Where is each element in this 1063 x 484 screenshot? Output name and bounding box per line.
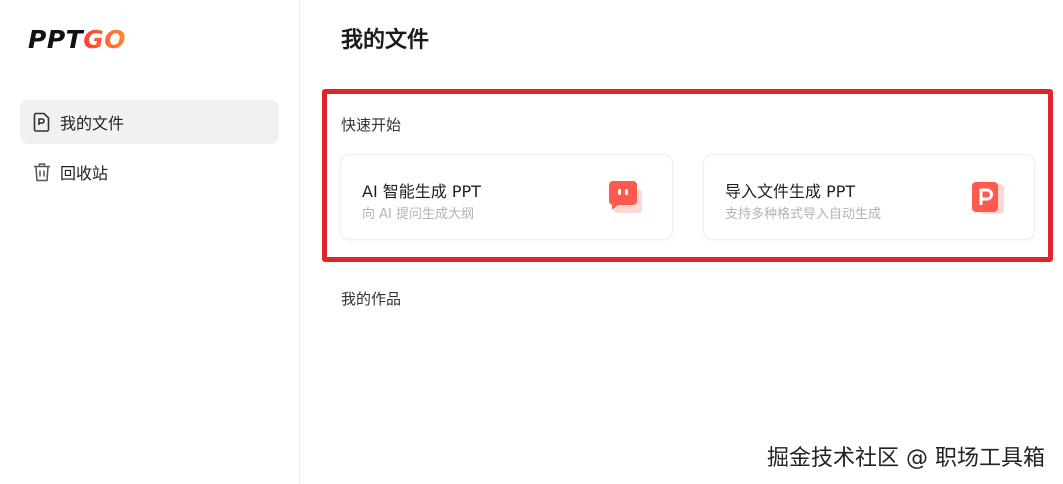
ppt-file-icon — [968, 179, 1006, 217]
sidebar-item-recycle-bin[interactable]: 回收站 — [20, 150, 279, 194]
import-file-ppt-card[interactable]: 导入文件生成 PPT 支持多种格式导入自动生成 — [703, 154, 1035, 240]
sidebar-item-my-files[interactable]: 我的文件 — [20, 100, 279, 144]
page-title: 我的文件 — [341, 28, 430, 53]
my-works-title: 我的作品 — [341, 290, 402, 308]
card-subtitle: 支持多种格式导入自动生成 — [725, 207, 882, 222]
trash-icon — [32, 162, 52, 182]
sidebar-item-label: 我的文件 — [60, 114, 125, 133]
quick-start-title: 快速开始 — [341, 116, 402, 134]
sidebar-item-label: 回收站 — [60, 164, 109, 183]
chat-bubble-icon — [606, 179, 644, 217]
sidebar: PPTGO 我的文件 回收站 — [0, 0, 300, 484]
card-subtitle: 向 AI 提问生成大纲 — [362, 207, 474, 222]
ai-generate-ppt-card[interactable]: AI 智能生成 PPT 向 AI 提问生成大纲 — [340, 154, 673, 240]
app-logo[interactable]: PPTGO — [28, 24, 126, 56]
card-title: AI 智能生成 PPT — [362, 182, 481, 201]
watermark-text: 掘金技术社区 @ 职场工具箱 — [767, 446, 1045, 471]
logo-text-ppt: PPT — [28, 25, 84, 54]
main-content: 我的文件 快速开始 AI 智能生成 PPT 向 AI 提问生成大纲 导入文件生成… — [300, 0, 1063, 484]
file-icon — [32, 112, 52, 132]
card-title: 导入文件生成 PPT — [725, 182, 856, 201]
logo-text-go: GO — [83, 25, 126, 54]
